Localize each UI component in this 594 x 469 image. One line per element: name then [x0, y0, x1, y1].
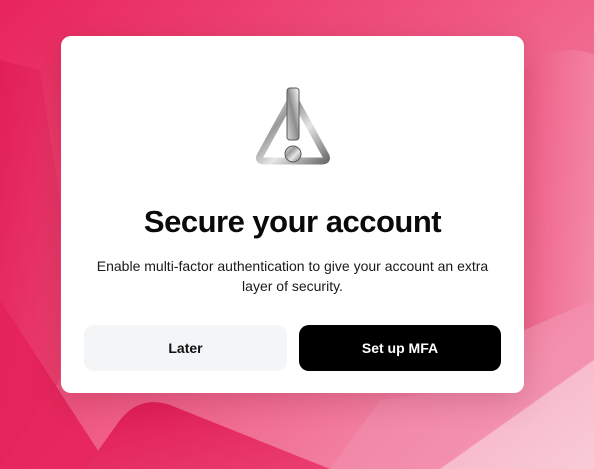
warning-icon: [256, 87, 330, 165]
dialog-description: Enable multi-factor authentication to gi…: [96, 258, 489, 294]
later-button[interactable]: Later: [84, 325, 287, 371]
mfa-dialog: Secure your account Enable multi-factor …: [61, 36, 524, 393]
setup-mfa-button[interactable]: Set up MFA: [299, 325, 501, 371]
dialog-title: Secure your account: [143, 204, 442, 239]
